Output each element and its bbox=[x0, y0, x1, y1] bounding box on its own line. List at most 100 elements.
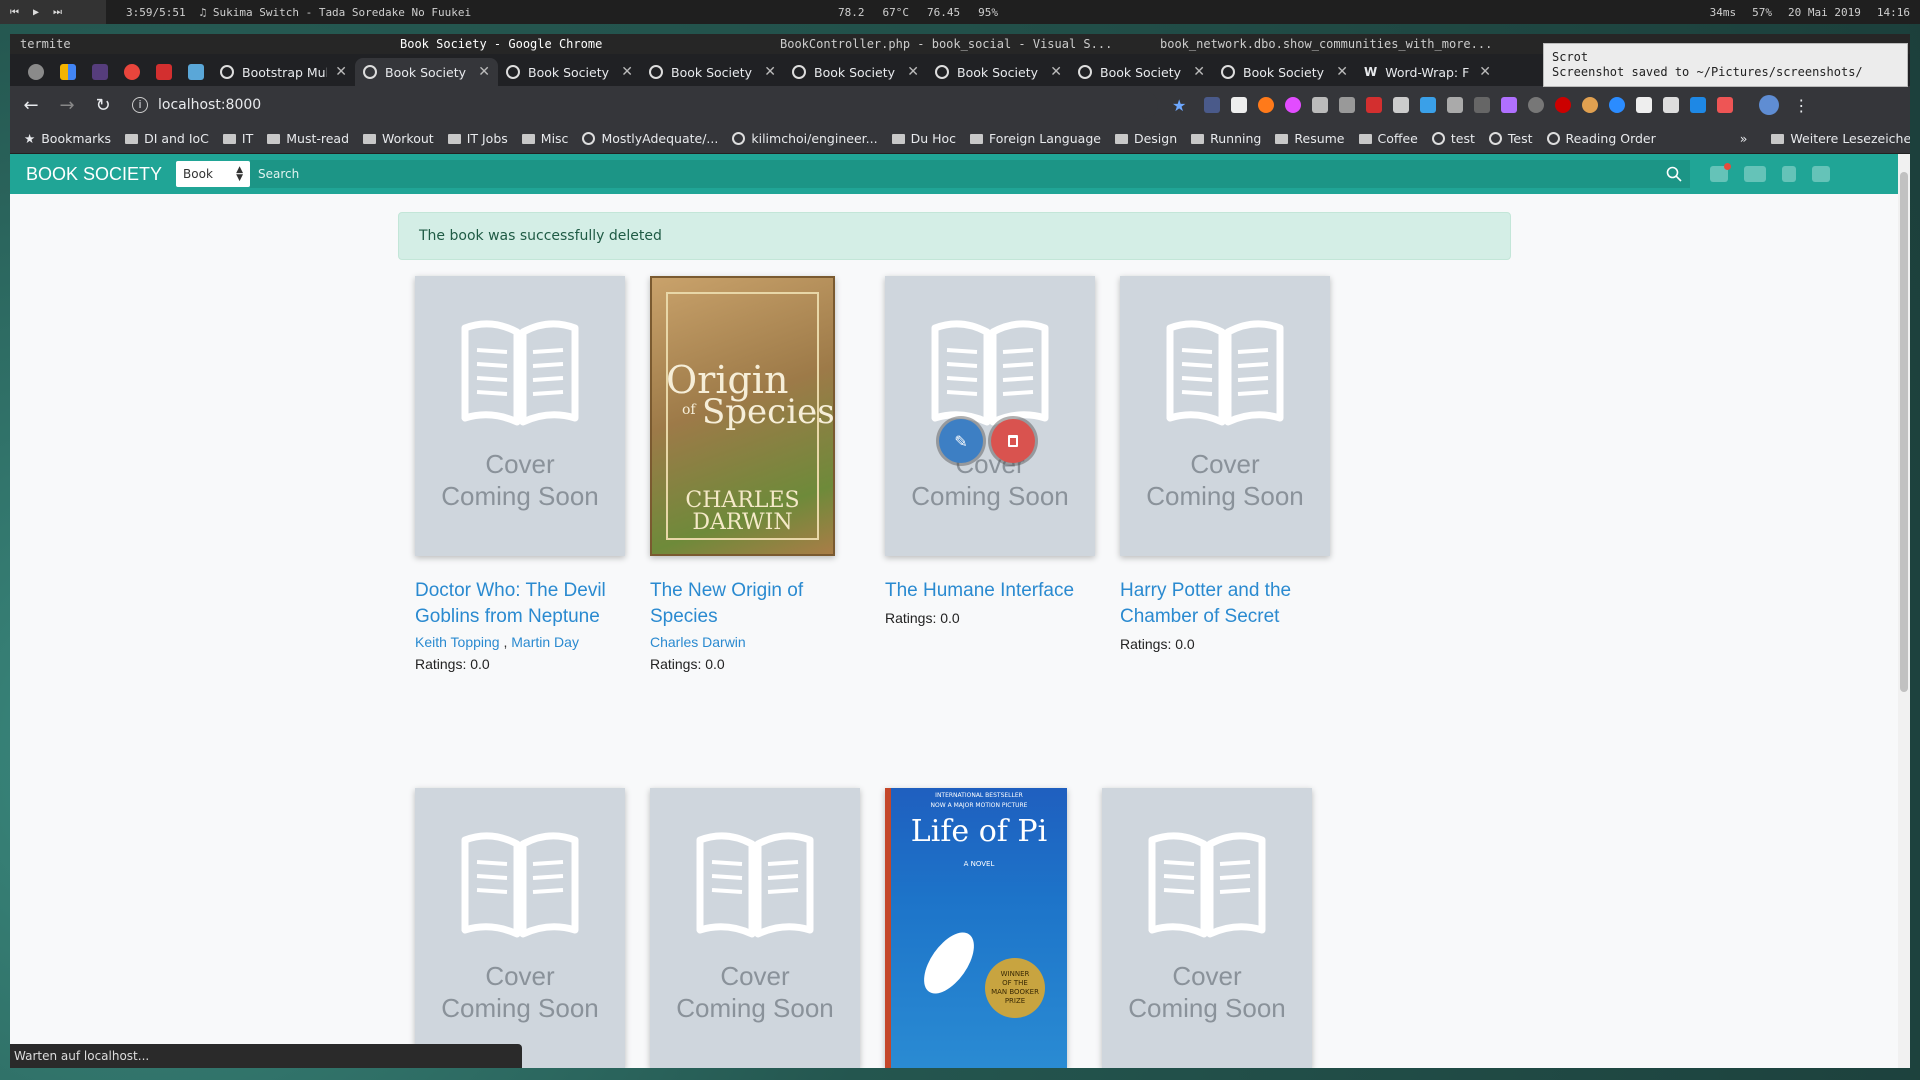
tab-8[interactable]: W Word-Wrap: F ✕ bbox=[1356, 58, 1499, 86]
book-title-link[interactable]: Doctor Who: The Devil Goblins from Neptu… bbox=[415, 578, 625, 630]
play-icon[interactable]: ▶ bbox=[33, 7, 39, 18]
scrollbar-thumb[interactable] bbox=[1900, 172, 1908, 692]
next-track-icon[interactable]: ⏭ bbox=[53, 7, 62, 18]
chrome-window-title[interactable]: Book Society - Google Chrome bbox=[400, 37, 700, 51]
book-title-link[interactable]: The New Origin of Species bbox=[650, 578, 860, 630]
bookmark-item[interactable]: Reading Order bbox=[1546, 131, 1656, 146]
extension-icon[interactable] bbox=[1339, 97, 1356, 113]
book-cover-placeholder[interactable]: Cover Coming Soon bbox=[1102, 788, 1312, 1068]
extension-icon[interactable] bbox=[1555, 97, 1572, 113]
forward-icon[interactable]: → bbox=[56, 95, 78, 116]
extension-icon[interactable] bbox=[1204, 97, 1221, 113]
tab-3[interactable]: Book Society - ✕ bbox=[641, 58, 784, 86]
tab-1-active[interactable]: Book Society ✕ bbox=[355, 58, 498, 86]
bookmark-item[interactable]: ★ Bookmarks bbox=[24, 131, 111, 146]
extension-icon[interactable] bbox=[1231, 97, 1248, 113]
close-tab-icon[interactable]: ✕ bbox=[621, 64, 633, 80]
reload-icon[interactable]: ↻ bbox=[92, 95, 114, 116]
pinned-tab[interactable] bbox=[84, 58, 116, 86]
book-cover-image-origin-of-species[interactable]: Origin of Species CHARLES DARWIN bbox=[650, 276, 835, 556]
close-tab-icon[interactable]: ✕ bbox=[764, 64, 776, 80]
bookmark-folder[interactable]: DI and IoC bbox=[125, 131, 209, 146]
extension-icon[interactable] bbox=[1474, 97, 1491, 113]
search-icon[interactable] bbox=[1666, 166, 1682, 182]
extension-icon[interactable] bbox=[1582, 97, 1599, 113]
notifications-icon[interactable] bbox=[1710, 163, 1732, 182]
address-bar[interactable]: i localhost:8000 bbox=[128, 91, 1158, 119]
profile-avatar[interactable] bbox=[1759, 95, 1780, 115]
close-tab-icon[interactable]: ✕ bbox=[1479, 64, 1491, 80]
book-title-link[interactable]: The Humane Interface bbox=[885, 578, 1095, 604]
book-cover-placeholder[interactable]: Cover Coming Soon ✎ bbox=[885, 276, 1095, 556]
extension-icon[interactable] bbox=[1690, 97, 1707, 113]
bookmark-folder[interactable]: Misc bbox=[521, 131, 568, 146]
author-link[interactable]: Martin Day bbox=[511, 634, 579, 650]
more-bookmarks-chevron[interactable]: » bbox=[1740, 131, 1748, 146]
delete-book-button[interactable] bbox=[991, 419, 1035, 463]
extension-icon[interactable] bbox=[1663, 97, 1680, 113]
bookmark-folder[interactable]: Running bbox=[1191, 131, 1261, 146]
friends-icon[interactable] bbox=[1744, 166, 1767, 182]
tab-4[interactable]: Book Society ✕ bbox=[784, 58, 927, 86]
db-window-title[interactable]: book_network.dbo.show_communities_with_m… bbox=[1160, 37, 1540, 51]
extension-icon[interactable] bbox=[1420, 97, 1437, 113]
pinned-tab[interactable] bbox=[52, 58, 84, 86]
close-tab-icon[interactable]: ✕ bbox=[907, 64, 919, 80]
previous-track-icon[interactable]: ⏮ bbox=[10, 7, 19, 18]
page-scrollbar[interactable] bbox=[1898, 154, 1910, 1068]
book-cover-image-life-of-pi[interactable]: INTERNATIONAL BESTSELLER NOW A MAJOR MOT… bbox=[885, 788, 1067, 1068]
book-cover-placeholder[interactable]: Cover Coming Soon bbox=[1120, 276, 1330, 556]
bookmark-folder[interactable]: Foreign Language bbox=[970, 131, 1101, 146]
bookmark-folder[interactable]: Coffee bbox=[1358, 131, 1418, 146]
other-bookmarks-folder[interactable]: Weitere Lesezeichen bbox=[1771, 131, 1910, 146]
close-tab-icon[interactable]: ✕ bbox=[478, 64, 490, 80]
author-link[interactable]: Keith Topping bbox=[415, 634, 500, 650]
bookmark-folder[interactable]: Du Hoc bbox=[891, 131, 956, 146]
book-cover-placeholder[interactable]: Cover Coming Soon bbox=[415, 788, 625, 1068]
bookmark-item[interactable]: MostlyAdequate/... bbox=[582, 131, 718, 146]
tab-6[interactable]: Book Society - ✕ bbox=[1070, 58, 1213, 86]
extension-icon[interactable] bbox=[1393, 97, 1410, 113]
extension-icon[interactable] bbox=[1717, 97, 1734, 113]
pinned-tab[interactable] bbox=[148, 58, 180, 86]
search-input[interactable]: Search bbox=[250, 160, 1691, 188]
book-cover-placeholder[interactable]: Cover Coming Soon bbox=[415, 276, 625, 556]
tab-7[interactable]: Book Society ✕ bbox=[1213, 58, 1356, 86]
extension-icon[interactable] bbox=[1447, 97, 1464, 113]
menu-icon[interactable]: ⋮ bbox=[1793, 96, 1809, 115]
back-icon[interactable]: ← bbox=[20, 95, 42, 116]
tab-0[interactable]: Bootstrap Mul ✕ bbox=[212, 58, 355, 86]
bookmark-folder[interactable]: Resume bbox=[1275, 131, 1345, 146]
messages-icon[interactable] bbox=[1812, 166, 1831, 182]
brand-logo[interactable]: BOOK SOCIETY bbox=[26, 164, 162, 185]
bookmark-folder[interactable]: IT Jobs bbox=[447, 131, 508, 146]
extension-icon[interactable] bbox=[1258, 97, 1275, 113]
info-icon[interactable]: i bbox=[132, 97, 148, 113]
bookmark-folder[interactable]: Workout bbox=[363, 131, 434, 146]
extension-icon[interactable] bbox=[1285, 97, 1302, 113]
terminal-window-title[interactable]: termite bbox=[20, 37, 320, 51]
bookmark-folder[interactable]: IT bbox=[222, 131, 253, 146]
close-tab-icon[interactable]: ✕ bbox=[1336, 64, 1348, 80]
pinned-tab[interactable] bbox=[116, 58, 148, 86]
bookmark-folder[interactable]: Design bbox=[1114, 131, 1177, 146]
bookmark-star-icon[interactable]: ★ bbox=[1172, 96, 1186, 115]
extension-icon[interactable] bbox=[1501, 97, 1518, 113]
pinned-tab[interactable] bbox=[20, 58, 52, 86]
profile-icon[interactable] bbox=[1782, 166, 1797, 182]
extension-icon[interactable] bbox=[1636, 97, 1653, 113]
bookmark-folder[interactable]: Must-read bbox=[267, 131, 349, 146]
book-title-link[interactable]: Harry Potter and the Chamber of Secret bbox=[1120, 578, 1330, 630]
bookmark-item[interactable]: kilimchoi/engineer... bbox=[732, 131, 878, 146]
bookmark-item[interactable]: test bbox=[1431, 131, 1475, 146]
bookmark-item[interactable]: Test bbox=[1488, 131, 1533, 146]
close-tab-icon[interactable]: ✕ bbox=[1193, 64, 1205, 80]
tab-2[interactable]: Book Society ✕ bbox=[498, 58, 641, 86]
author-link[interactable]: Charles Darwin bbox=[650, 634, 746, 650]
search-type-select[interactable]: Book ▲ ▼ bbox=[176, 161, 251, 187]
extension-icon[interactable] bbox=[1528, 97, 1545, 113]
book-cover-placeholder[interactable]: Cover Coming Soon bbox=[650, 788, 860, 1068]
extension-icon[interactable] bbox=[1366, 97, 1383, 113]
close-tab-icon[interactable]: ✕ bbox=[1050, 64, 1062, 80]
extension-icon[interactable] bbox=[1312, 97, 1329, 113]
